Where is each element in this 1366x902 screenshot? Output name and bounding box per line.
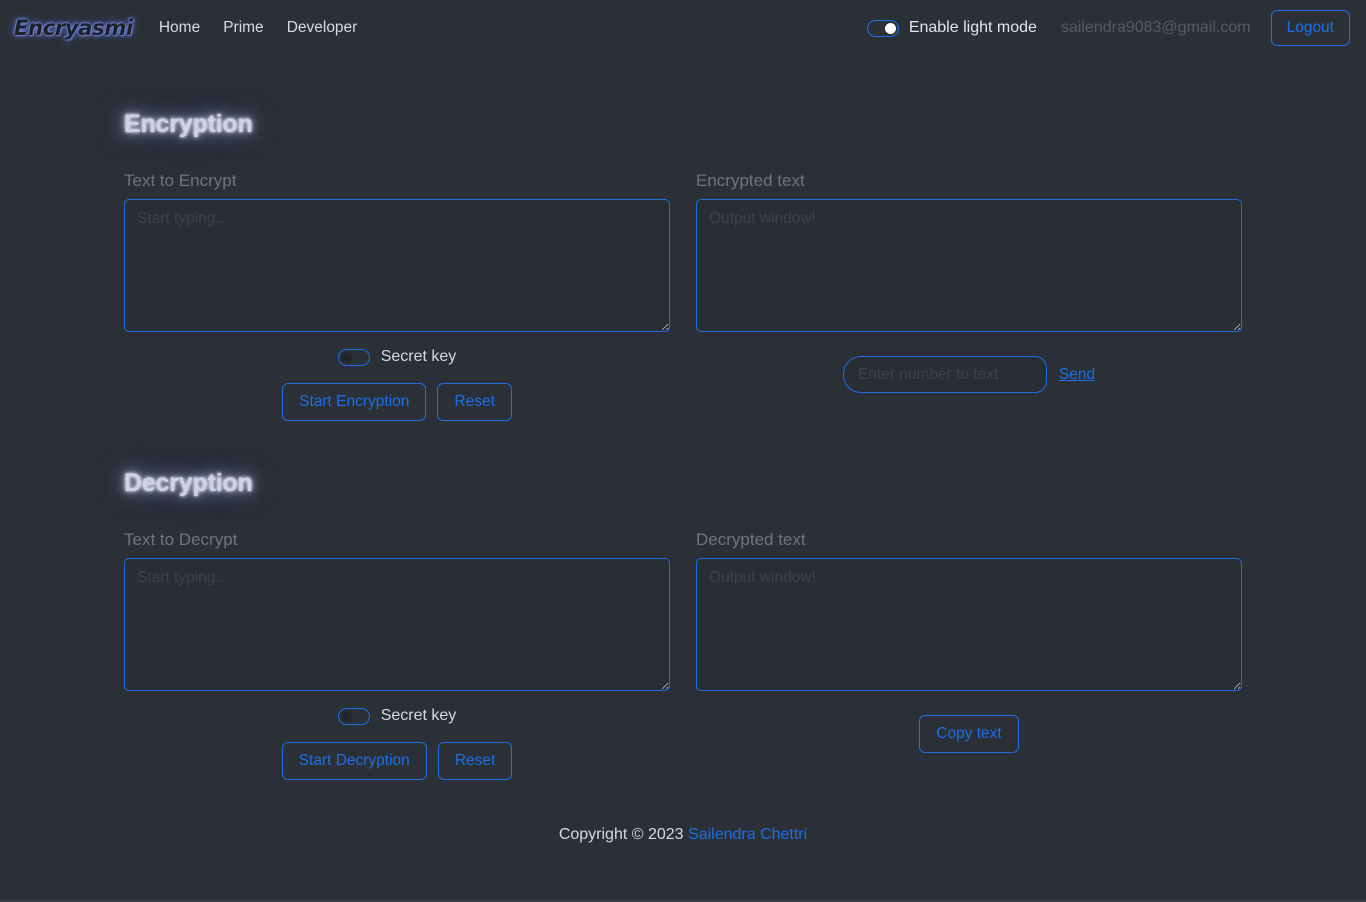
decryption-section-title: Decryption [124, 469, 253, 497]
copy-row: Copy text [696, 715, 1242, 753]
light-mode-label: Enable light mode [908, 19, 1037, 36]
text-to-encrypt-label: Text to Encrypt [124, 171, 237, 190]
encryption-reset-button[interactable]: Reset [437, 383, 512, 421]
decryption-input-column: Text to Decrypt Secret key Start Decrypt… [124, 530, 670, 780]
app-logo[interactable]: Encryasmi [10, 15, 137, 41]
encryption-section-title: Encryption [124, 110, 253, 138]
decrypted-text-textarea[interactable] [696, 558, 1242, 691]
decryption-reset-button[interactable]: Reset [437, 742, 513, 780]
decryption-button-row: Start Decryption Reset [124, 742, 670, 780]
encrypted-text-textarea[interactable] [696, 199, 1242, 332]
encryption-row: Text to Encrypt Secret key Start Encrypt… [0, 171, 1366, 421]
footer-author-link[interactable]: Sailendra Chettri [688, 826, 807, 843]
phone-number-input[interactable] [842, 356, 1047, 393]
decrypted-text-label: Decrypted text [696, 530, 806, 549]
encryption-button-row: Start Encryption Reset [124, 383, 670, 421]
light-mode-toggle[interactable] [866, 19, 899, 37]
nav-link-home[interactable]: Home [159, 19, 200, 37]
encryption-input-column: Text to Encrypt Secret key Start Encrypt… [124, 171, 670, 421]
nav-link-developer[interactable]: Developer [287, 19, 358, 37]
send-link[interactable]: Send [1059, 366, 1095, 384]
toggle-knob-icon [884, 22, 896, 34]
nav-links: Home Prime Developer [159, 19, 358, 37]
encryption-secret-key-toggle[interactable] [337, 348, 370, 366]
encryption-secret-key-label: Secret key [380, 348, 457, 365]
toggle-knob-icon [340, 351, 352, 363]
decryption-secret-key-row: Secret key [124, 707, 670, 725]
start-encryption-button[interactable]: Start Encryption [282, 383, 427, 421]
user-email: sailendra9083@gmail.com [1060, 19, 1251, 36]
footer: Copyright © 2023 Sailendra Chettri [0, 826, 1366, 844]
text-to-encrypt-textarea[interactable] [124, 199, 670, 332]
nav-link-prime[interactable]: Prime [223, 19, 263, 37]
copy-text-button[interactable]: Copy text [919, 715, 1019, 753]
decryption-secret-key-toggle[interactable] [337, 707, 370, 725]
encrypted-text-label: Encrypted text [696, 171, 805, 190]
logout-button[interactable]: Logout [1270, 10, 1350, 46]
toggle-knob-icon [340, 710, 352, 722]
decryption-secret-key-label: Secret key [380, 707, 457, 724]
send-row: Send [696, 356, 1242, 393]
navbar: Encryasmi Home Prime Developer Enable li… [0, 0, 1366, 56]
text-to-decrypt-textarea[interactable] [124, 558, 670, 691]
encryption-output-column: Encrypted text Send [696, 171, 1242, 421]
main-content: Encryption Text to Encrypt Secret key St… [0, 56, 1366, 844]
start-decryption-button[interactable]: Start Decryption [281, 742, 427, 780]
navbar-right: Enable light mode sailendra9083@gmail.co… [866, 10, 1350, 46]
encryption-secret-key-row: Secret key [124, 348, 670, 366]
decryption-output-column: Decrypted text Copy text [696, 530, 1242, 780]
decryption-row: Text to Decrypt Secret key Start Decrypt… [0, 530, 1366, 780]
footer-copyright: Copyright © 2023 [558, 826, 684, 843]
text-to-decrypt-label: Text to Decrypt [124, 530, 238, 549]
